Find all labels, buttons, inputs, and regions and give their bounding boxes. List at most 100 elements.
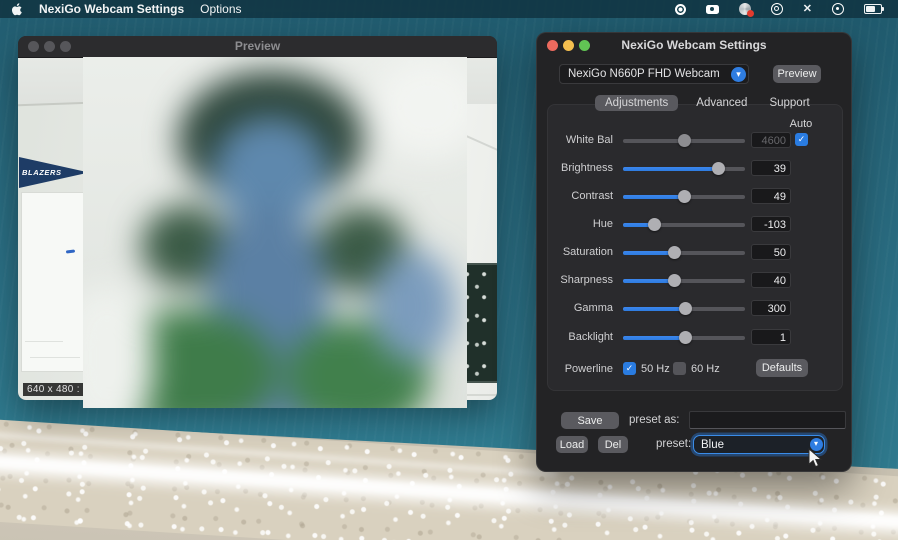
saturation-label: Saturation — [562, 246, 613, 258]
saturation-value[interactable]: 50 — [751, 244, 791, 260]
contrast-slider-thumb[interactable] — [677, 190, 691, 203]
brightness-slider[interactable] — [623, 162, 745, 175]
settings-titlebar[interactable]: NexiGo Webcam Settings — [537, 33, 851, 57]
device-select-value: NexiGo N660P FHD Webcam — [568, 68, 720, 80]
slider-row-gamma: Gamma 300 — [537, 300, 853, 318]
preset-dropdown[interactable]: Blue ▾ — [693, 435, 825, 454]
50-hz-checkbox[interactable]: ✓ — [623, 362, 636, 375]
gamma-label: Gamma — [573, 302, 613, 314]
backlight-slider-thumb[interactable] — [678, 331, 692, 344]
play-circle-icon[interactable] — [832, 3, 844, 15]
settings-window-title: NexiGo Webcam Settings — [621, 38, 767, 52]
menu-bar: NexiGo Webcam Settings Options ✕ — [0, 0, 898, 18]
sharpness-slider[interactable] — [623, 274, 745, 287]
gamma-value[interactable]: 300 — [751, 300, 791, 316]
preview-titlebar[interactable]: Preview — [18, 36, 497, 58]
slider-row-sharpness: Sharpness 40 — [537, 272, 853, 290]
backlight-slider-fill — [623, 336, 686, 340]
contrast-label: Contrast — [571, 190, 613, 202]
slider-row-hue: Hue -103 — [537, 216, 853, 234]
x-icon[interactable]: ✕ — [803, 3, 812, 15]
powerline-label: Powerline — [564, 363, 613, 375]
mouse-cursor — [808, 448, 823, 468]
sharpness-value[interactable]: 40 — [751, 272, 791, 288]
hue-slider-thumb[interactable] — [648, 218, 662, 231]
hue-value[interactable]: -103 — [751, 216, 791, 232]
screen-record-icon[interactable] — [674, 3, 686, 15]
tab-advanced[interactable]: Advanced — [692, 95, 751, 111]
blur-whiteboard-edge — [83, 285, 153, 408]
auto-checkbox[interactable]: ✓ — [795, 133, 808, 146]
del-button[interactable]: Del — [598, 436, 628, 453]
preset-as-input[interactable] — [689, 411, 846, 429]
50-hz-label: 50 Hz — [641, 362, 670, 375]
60-hz-label: 60 Hz — [691, 362, 720, 375]
pennant-text: BLAZERS — [22, 168, 62, 177]
slider-row-saturation: Saturation 50 — [537, 244, 853, 262]
whiteboard-line — [30, 357, 80, 358]
slider-row-brightness: Brightness 39 — [537, 160, 853, 178]
white-bal-slider[interactable] — [623, 134, 745, 147]
tab-bar: Adjustments Advanced Support — [595, 95, 814, 111]
chevron-down-icon[interactable]: ▾ — [731, 67, 746, 82]
powerline-row: Powerline ✓ 50 Hz 60 Hz Defaults — [537, 359, 853, 379]
saturation-slider-fill — [623, 251, 675, 255]
video-camera-icon[interactable] — [705, 4, 719, 14]
blur-highlight — [373, 57, 467, 157]
defaults-button[interactable]: Defaults — [756, 359, 808, 377]
preview-button[interactable]: Preview — [773, 65, 821, 83]
save-button[interactable]: Save — [561, 412, 619, 429]
nexigo-app-icon[interactable] — [738, 3, 754, 17]
hue-label: Hue — [592, 218, 613, 230]
contrast-value[interactable]: 49 — [751, 188, 791, 204]
white-bal-value[interactable]: 4600 — [751, 132, 791, 148]
blur-blobs — [83, 57, 467, 408]
brightness-value[interactable]: 39 — [751, 160, 791, 176]
settings-window: NexiGo Webcam Settings NexiGo N660P FHD … — [536, 32, 852, 472]
blurred-person-region — [83, 57, 467, 408]
contrast-slider[interactable] — [623, 190, 745, 203]
slider-row-white-bal: White Bal 4600 ✓ — [537, 132, 853, 150]
auto-label: Auto — [789, 118, 813, 130]
preview-window-title: Preview — [234, 39, 281, 53]
brightness-label: Brightness — [561, 162, 613, 174]
contrast-slider-fill — [623, 195, 684, 199]
device-select[interactable]: NexiGo N660P FHD Webcam ▾ — [559, 64, 749, 84]
blur-background-blue — [371, 250, 455, 362]
backlight-label: Backlight — [568, 331, 613, 343]
tab-adjustments[interactable]: Adjustments — [595, 95, 679, 111]
gamma-slider-thumb[interactable] — [678, 302, 692, 315]
powerline-option-50-hz: ✓ 50 Hz — [623, 362, 670, 375]
white-bal-label: White Bal — [565, 134, 613, 146]
preset-as-label: preset as: — [629, 414, 680, 426]
brightness-slider-thumb[interactable] — [711, 162, 725, 175]
gamma-slider[interactable] — [623, 302, 745, 315]
resolution-overlay: 640 x 480 : — [23, 383, 84, 396]
sharpness-slider-fill — [623, 279, 675, 283]
blazers-pennant: BLAZERS — [19, 157, 89, 188]
white-bal-slider-thumb[interactable] — [677, 134, 691, 147]
sharpness-slider-thumb[interactable] — [667, 274, 681, 287]
apple-icon[interactable] — [12, 2, 23, 16]
slider-row-backlight: Backlight 1 — [537, 329, 853, 347]
brightness-slider-fill — [623, 167, 719, 171]
backlight-slider[interactable] — [623, 331, 745, 344]
control-center-icon[interactable] — [770, 3, 783, 15]
preset-label: preset: — [656, 438, 692, 450]
saturation-slider[interactable] — [623, 246, 745, 259]
battery-icon[interactable] — [864, 4, 884, 14]
whiteboard-marking — [65, 249, 76, 254]
load-button[interactable]: Load — [556, 436, 588, 453]
tab-support[interactable]: Support — [765, 95, 813, 111]
60-hz-checkbox[interactable] — [673, 362, 686, 375]
powerline-option-60-hz: 60 Hz — [673, 362, 720, 375]
sharpness-label: Sharpness — [560, 274, 613, 286]
backlight-value[interactable]: 1 — [751, 329, 791, 345]
notification-badge — [746, 10, 754, 17]
whiteboard — [21, 192, 87, 372]
saturation-slider-thumb[interactable] — [667, 246, 681, 259]
menubar-options[interactable]: Options — [200, 2, 241, 16]
hue-slider[interactable] — [623, 218, 745, 231]
gamma-slider-fill — [623, 307, 686, 311]
menubar-app-name[interactable]: NexiGo Webcam Settings — [39, 2, 184, 16]
